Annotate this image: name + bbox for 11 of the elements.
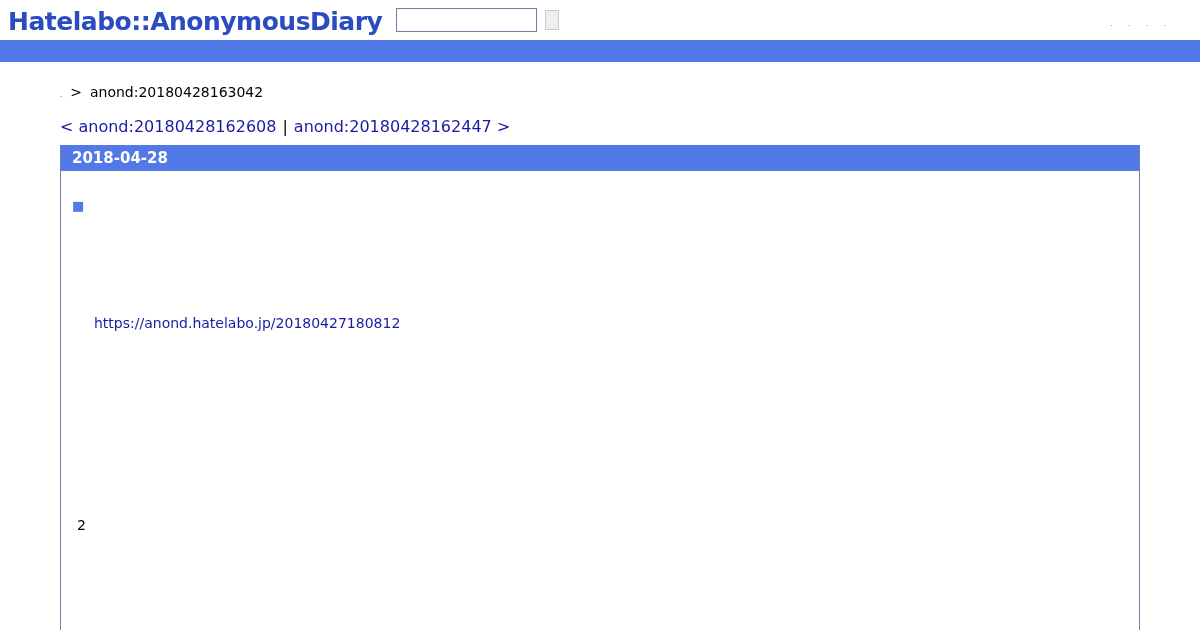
site-logo[interactable]: Hatelabo::AnonymousDiary [8,6,383,36]
search-field[interactable] [396,8,538,32]
pager-separator: | [282,117,288,136]
breadcrumb-separator: > [70,84,82,100]
prev-entry-link[interactable]: < anond:20180428162608 [60,117,277,136]
breadcrumb-current: anond:20180428163042 [89,84,264,100]
section-link[interactable]: ■ [72,198,85,214]
date-link[interactable]: 2018-04-28 [72,149,168,167]
next-entry-link[interactable]: anond:20180428162447 > [293,117,511,136]
body-text: 2 [77,517,86,533]
entry-url-link[interactable]: https://anond.hatelabo.jp/20180427180812 [94,315,401,331]
